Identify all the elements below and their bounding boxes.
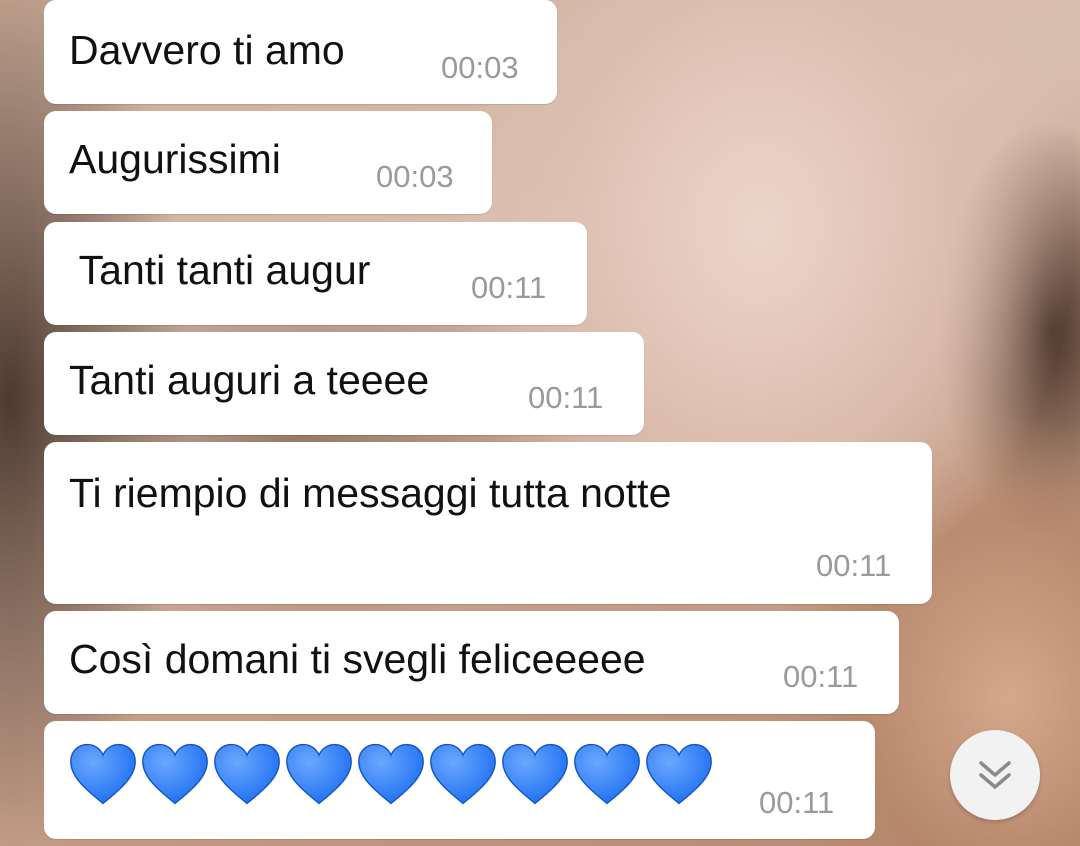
message-text: Tanti tanti augur [68,247,371,293]
message-timestamp: 00:03 [376,159,454,194]
message-text: Così domani ti svegli feliceeeee [69,636,646,682]
message-text: Davvero ti amo [69,27,345,73]
message-bubble[interactable]: Tanti tanti augur 00:11 [44,222,587,325]
blue-heart-icon [502,743,568,805]
message-bubble[interactable]: Tanti auguri a teeee 00:11 [44,332,644,435]
blue-heart-icon [142,743,208,805]
message-text: Tanti auguri a teeee [69,357,430,403]
message-timestamp: 00:11 [759,785,835,820]
emoji-message [68,739,714,809]
message-bubble[interactable]: Ti riempio di messaggi tutta notte 00:11 [44,442,932,604]
message-bubble[interactable]: 00:11 [44,721,875,839]
message-timestamp: 00:11 [528,380,604,415]
blue-heart-icon [646,743,712,805]
blue-heart-icon [430,743,496,805]
message-bubble[interactable]: Così domani ti svegli feliceeeee 00:11 [44,611,899,714]
message-list[interactable]: Davvero ti amo 00:03 Augurissimi 00:03 T… [0,0,1080,846]
message-timestamp: 00:11 [783,659,859,694]
message-text: Ti riempio di messaggi tutta notte [69,470,672,516]
blue-heart-icon [574,743,640,805]
message-timestamp: 00:11 [471,270,547,305]
message-bubble[interactable]: Davvero ti amo 00:03 [44,0,557,104]
blue-heart-icon [358,743,424,805]
message-timestamp: 00:11 [816,548,892,583]
blue-heart-icon [70,743,136,805]
message-text: Augurissimi [69,136,281,182]
blue-heart-icon [214,743,280,805]
message-bubble[interactable]: Augurissimi 00:03 [44,111,492,214]
scroll-to-bottom-button[interactable] [950,730,1040,820]
double-chevron-down-icon [979,761,1011,789]
message-timestamp: 00:03 [441,50,519,85]
blue-heart-icon [286,743,352,805]
